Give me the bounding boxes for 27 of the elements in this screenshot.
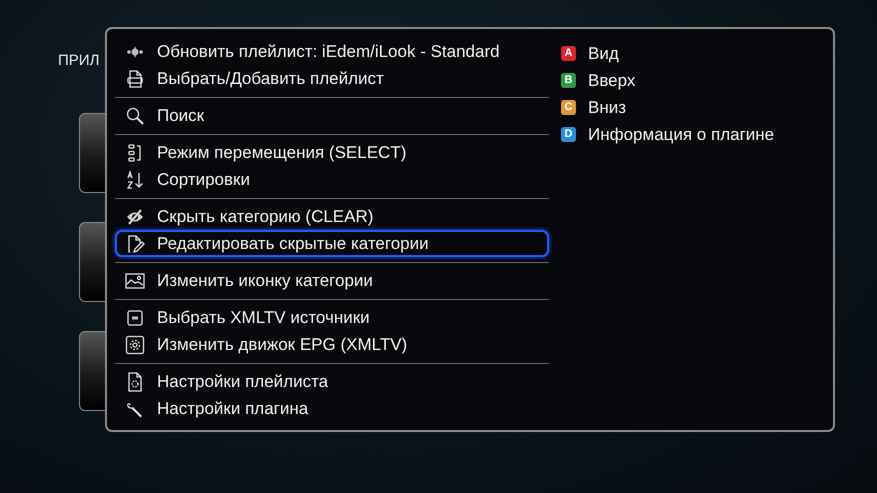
color-key-label: Вверх: [588, 70, 636, 92]
sort-icon: [125, 170, 145, 190]
search-icon: [125, 106, 145, 126]
hidden-eye-icon: [125, 206, 145, 226]
color-key-badge: D: [561, 127, 576, 142]
color-key-badge: A: [561, 46, 576, 61]
color-key-label: Информация о плагине: [588, 124, 774, 146]
menu-item[interactable]: Изменить иконку категории: [115, 267, 549, 294]
page-heading: ПРИЛ: [58, 51, 100, 71]
menu-item[interactable]: Настройки плейлиста: [115, 368, 549, 395]
menu-item[interactable]: Выбрать XMLTV источники: [115, 304, 549, 331]
menu-item[interactable]: Режим перемещения (SELECT): [115, 139, 549, 166]
settings-icon: [125, 334, 145, 354]
menu-item[interactable]: Выбрать/Добавить плейлист: [115, 65, 549, 92]
menu-item[interactable]: Настройки плагина: [115, 395, 549, 422]
epg-icon: [125, 308, 145, 328]
menu-item[interactable]: Скрыть категорию (CLEAR): [115, 203, 549, 230]
menu-item[interactable]: Поиск: [115, 102, 549, 129]
color-key-label: Вниз: [588, 96, 626, 119]
image-icon: [125, 270, 145, 290]
color-key-badge: C: [561, 100, 576, 115]
menu-item[interactable]: Сортировки: [115, 166, 549, 193]
color-key-badge: B: [561, 73, 576, 88]
menu-item[interactable]: Редактировать скрытые категории: [115, 230, 549, 257]
color-key-label: Вид: [588, 42, 619, 65]
menu-item[interactable]: Изменить движок EPG (XMLTV): [115, 331, 549, 358]
menu-item[interactable]: Обновить плейлист: iEdem/iLook - Standard: [115, 38, 549, 65]
